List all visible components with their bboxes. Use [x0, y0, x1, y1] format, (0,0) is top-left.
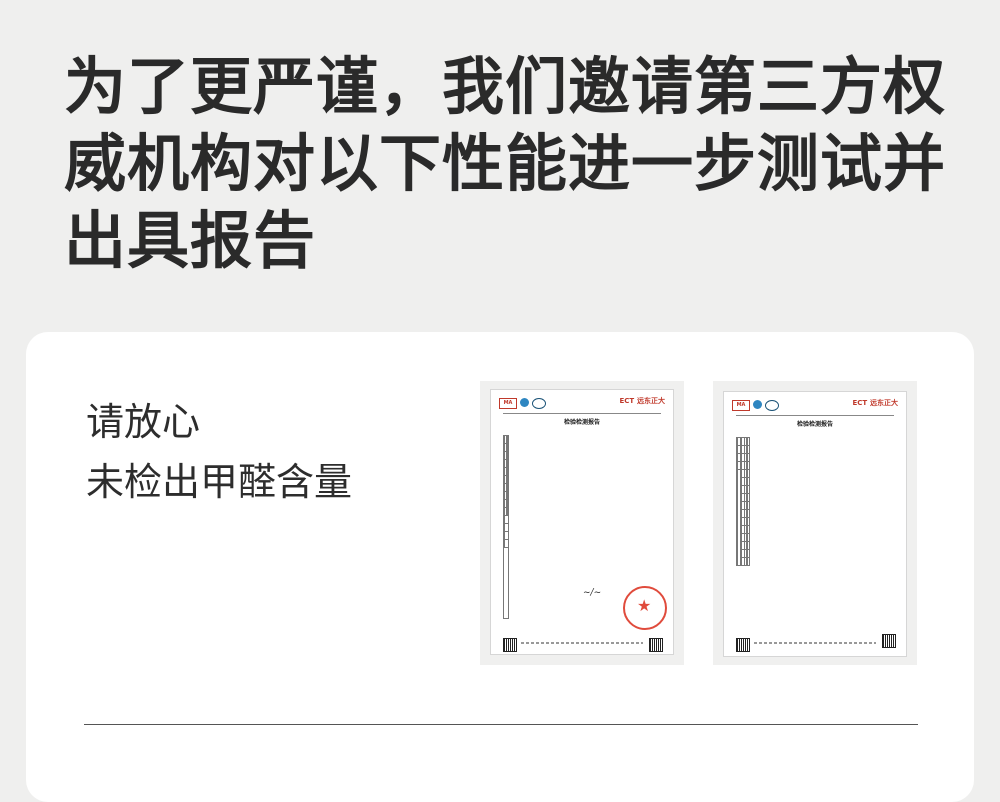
- ect-brand-logo: ECT 远东正大: [853, 398, 899, 408]
- footer-text: [521, 642, 643, 644]
- report-title: 检验检测报告: [796, 421, 833, 428]
- headline: 为了更严谨，我们邀请第三方权 威机构对以下性能进一步测试并 出具报告: [64, 48, 964, 279]
- qr-code-icon: [503, 638, 517, 652]
- headline-line-1: 为了更严谨，我们邀请第三方权: [64, 50, 947, 123]
- report-title: 检验检测报告: [563, 419, 600, 426]
- brand-cn-text: 远东正大: [637, 397, 665, 405]
- tagline-line-1: 请放心: [86, 400, 201, 444]
- qr-code-icon: [649, 638, 663, 652]
- report-page-1: MA ECT 远东正大 检验检测报告 ~/~ ★: [490, 389, 674, 655]
- tagline-line-2: 未检出甲醛含量: [86, 460, 353, 504]
- ect-brand-logo: ECT 远东正大: [620, 396, 666, 406]
- tagline: 请放心 未检出甲醛含量: [86, 392, 352, 512]
- headline-line-3: 出具报告: [64, 204, 317, 277]
- ilac-logo-icon: [520, 398, 529, 407]
- brand-text: ECT: [852, 399, 868, 407]
- report-page-2: MA ECT 远东正大 检验检测报告: [723, 391, 907, 657]
- brand-text: ECT: [619, 397, 635, 405]
- footer-text: [754, 642, 876, 644]
- cnas-logo-icon: [532, 398, 546, 409]
- header-rule: [503, 413, 661, 414]
- ilac-logo-icon: [753, 400, 762, 409]
- signature: ~/~: [583, 588, 602, 598]
- report-card: 请放心 未检出甲醛含量 MA ECT 远东正大 检验检测报告 ~/~ ★ MA …: [26, 332, 974, 802]
- report-table: [502, 435, 509, 619]
- headline-line-2: 威机构对以下性能进一步测试并: [64, 127, 947, 200]
- cma-logo-icon: MA: [732, 400, 750, 411]
- official-stamp-icon: [623, 586, 667, 630]
- cma-logo-icon: MA: [499, 398, 517, 409]
- brand-cn-text: 远东正大: [870, 399, 898, 407]
- header-rule: [736, 415, 894, 416]
- section-divider: [84, 724, 918, 725]
- qr-code-icon: [882, 634, 896, 648]
- certification-logos: MA: [499, 398, 546, 409]
- certification-logos: MA: [732, 400, 779, 411]
- test-report-image-2[interactable]: MA ECT 远东正大 检验检测报告: [713, 381, 917, 665]
- test-report-image-1[interactable]: MA ECT 远东正大 检验检测报告 ~/~ ★: [480, 381, 684, 665]
- qr-code-icon: [736, 638, 750, 652]
- report-table: [736, 437, 750, 566]
- cnas-logo-icon: [765, 400, 779, 411]
